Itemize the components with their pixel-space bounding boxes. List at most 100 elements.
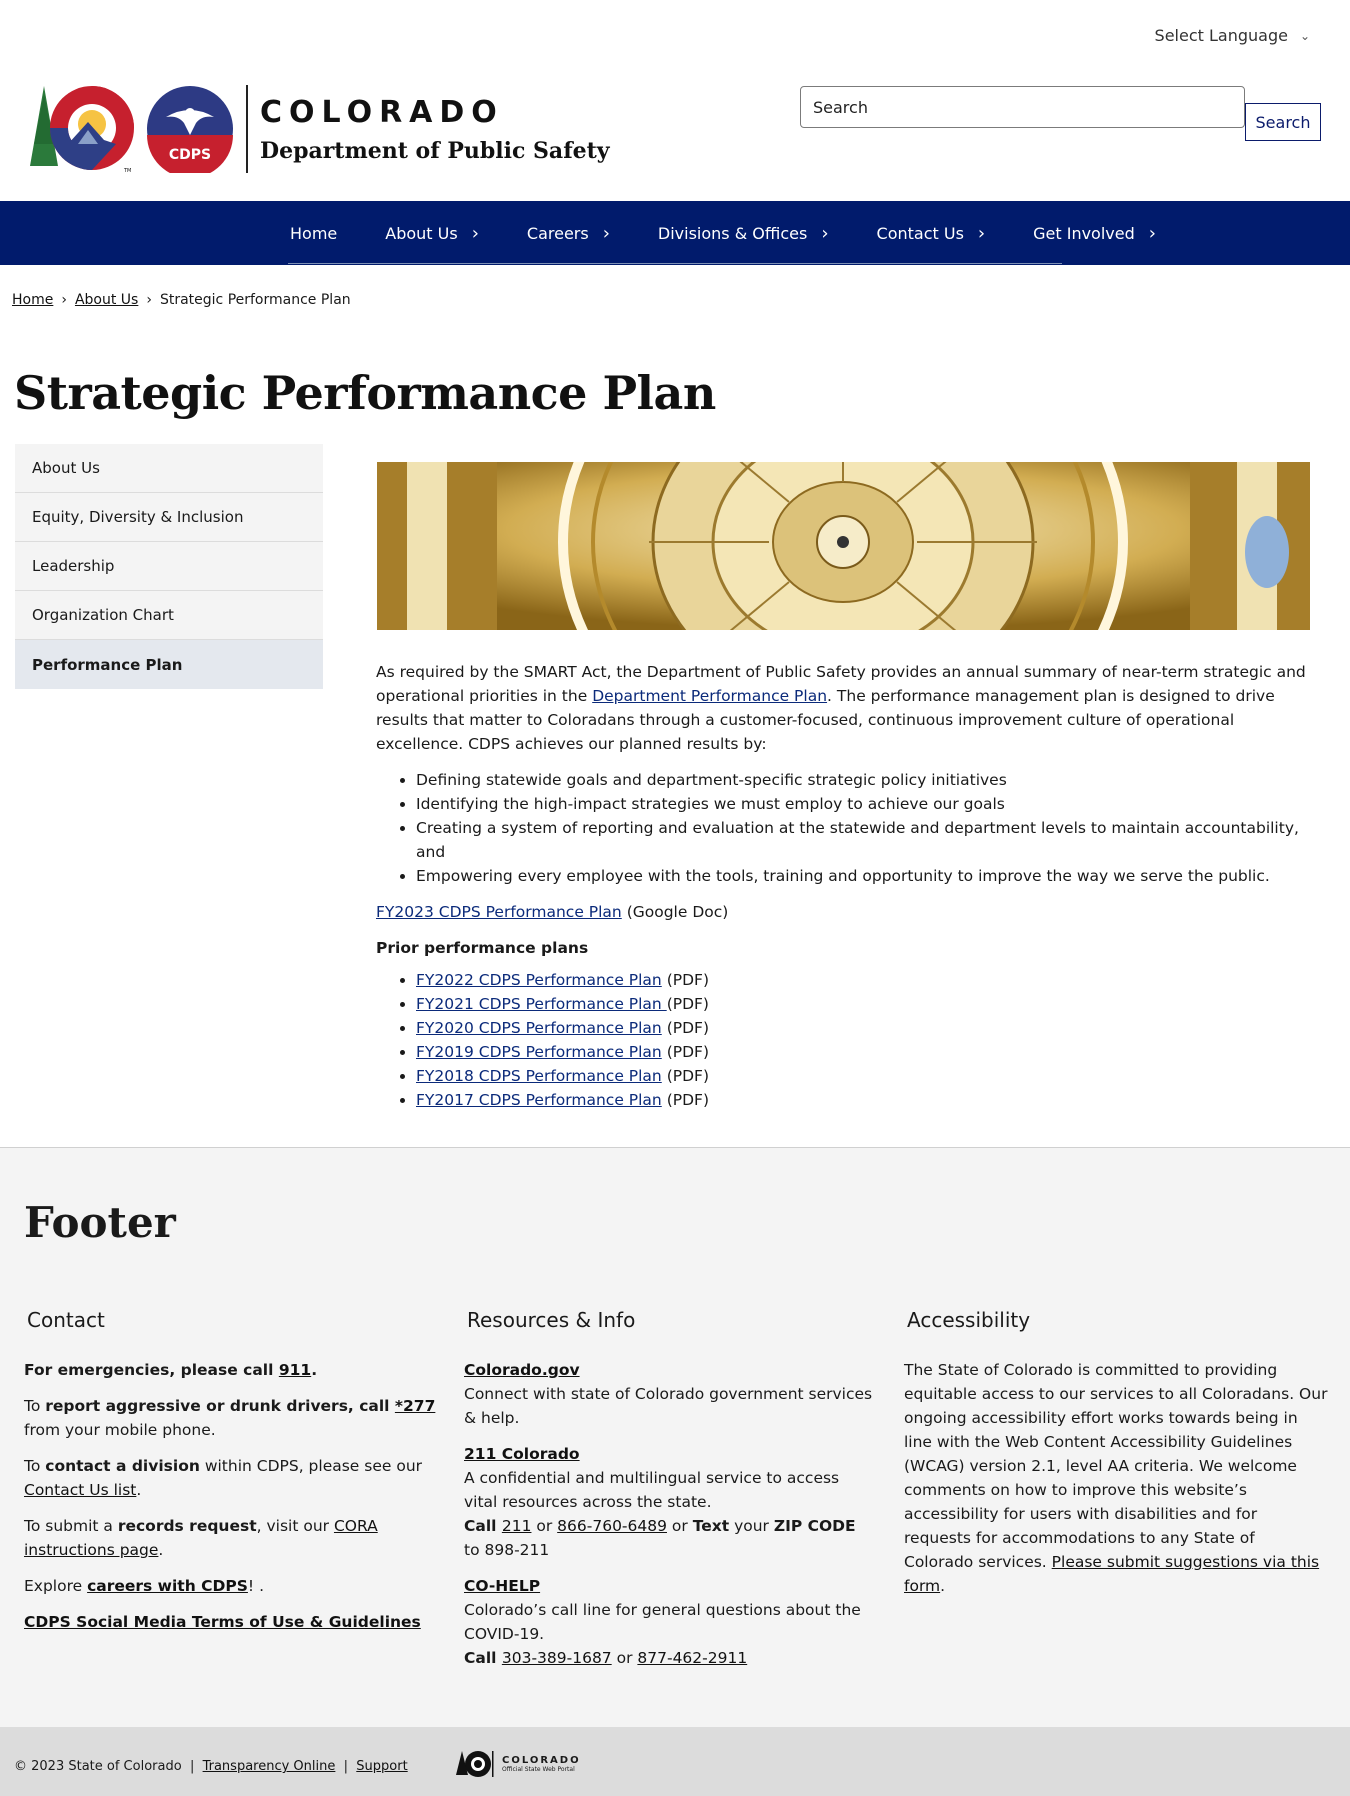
cdps-badge-icon: CDPS (147, 86, 233, 173)
text: to 898-211 (464, 1541, 550, 1559)
breadcrumb-separator: › (146, 292, 152, 308)
fy2022-plan-link[interactable]: FY2022 CDPS Performance Plan (416, 971, 662, 989)
nav-item-label: About Us (385, 223, 458, 243)
nav-item-about-us[interactable]: About Us › (385, 223, 479, 244)
nav-item-careers[interactable]: Careers › (527, 223, 610, 244)
call-211-link[interactable]: 211 (502, 1517, 532, 1535)
list-item: Empowering every employee with the tools… (416, 864, 1316, 888)
list-item: FY2019 CDPS Performance Plan (PDF) (416, 1040, 1316, 1064)
accessibility-text: The State of Colorado is committed to pr… (904, 1358, 1328, 1598)
careers-link[interactable]: careers with CDPS (87, 1577, 248, 1595)
text: , visit our (256, 1517, 334, 1535)
call-866-link[interactable]: 866-760-6489 (557, 1517, 667, 1535)
separator: | (189, 1759, 195, 1774)
footer-resources: Resources & Info Colorado.gov Connect wit… (464, 1308, 874, 1682)
fy2017-plan-link[interactable]: FY2017 CDPS Performance Plan (416, 1091, 662, 1109)
social-media-terms-link[interactable]: CDPS Social Media Terms of Use & Guideli… (24, 1613, 421, 1631)
site-logo[interactable]: TM CDPS COLORADO Department of Public Sa… (28, 84, 610, 174)
footer-accessibility-title: Accessibility (907, 1308, 1031, 1332)
call-277-link[interactable]: *277 (395, 1397, 435, 1415)
fy2019-plan-link[interactable]: FY2019 CDPS Performance Plan (416, 1043, 662, 1061)
prior-plans-list: FY2022 CDPS Performance Plan (PDF) FY202… (416, 968, 1316, 1112)
intro-paragraph: As required by the SMART Act, the Depart… (376, 660, 1316, 756)
nav-item-label: Home (290, 223, 338, 243)
call-label: Call (464, 1649, 502, 1667)
breadcrumb-about-link[interactable]: About Us (75, 292, 138, 308)
file-type-label: (PDF) (661, 971, 709, 989)
nav-item-label: Get Involved (1033, 223, 1135, 243)
chevron-right-icon: › (977, 222, 986, 244)
chevron-down-icon: ⌄ (1299, 28, 1310, 43)
nav-item-divisions-offices[interactable]: Divisions & Offices › (658, 223, 829, 244)
language-select-label: Select Language (1154, 26, 1288, 45)
call-911-link[interactable]: 911 (279, 1361, 311, 1379)
svg-text:TM: TM (123, 168, 131, 174)
division-label: contact a division (45, 1457, 200, 1475)
punctuation: . (311, 1361, 318, 1379)
nav-item-label: Divisions & Offices (657, 223, 808, 243)
drivers-label: report aggressive or drunk drivers, call (45, 1397, 395, 1415)
text-label: Text (692, 1517, 730, 1535)
transparency-online-link[interactable]: Transparency Online (203, 1759, 336, 1774)
sidenav-item-about-us[interactable]: About Us (15, 444, 323, 493)
nav-item-contact-us[interactable]: Contact Us › (877, 223, 986, 244)
sidenav-item-org-chart[interactable]: Organization Chart (15, 591, 323, 640)
social-text: CDPS Social Media Terms of Use & Guideli… (24, 1610, 444, 1634)
fy2023-plan-link[interactable]: FY2023 CDPS Performance Plan (376, 903, 622, 921)
list-item: Creating a system of reporting and evalu… (416, 816, 1316, 864)
main-navigation: Home About Us › Careers › Divisions & Of… (0, 201, 1350, 265)
file-type-label: (PDF) (661, 1043, 709, 1061)
sidenav-item-performance-plan[interactable]: Performance Plan (15, 640, 323, 689)
call-877-link[interactable]: 877-462-2911 (637, 1649, 747, 1667)
sidenav-item-equity[interactable]: Equity, Diversity & Inclusion (15, 493, 323, 542)
resource-211: 211 Colorado A confidential and multiling… (464, 1442, 874, 1562)
file-type-label: (Google Doc) (621, 903, 729, 921)
cdps-badge-text: CDPS (169, 147, 211, 163)
breadcrumb-home-link[interactable]: Home (12, 292, 53, 308)
text: To (24, 1457, 46, 1475)
search-input[interactable] (800, 86, 1245, 128)
211-colorado-link[interactable]: 211 Colorado (464, 1445, 580, 1463)
search-button[interactable]: Search (1245, 103, 1321, 141)
text: or (531, 1517, 558, 1535)
footer-resources-title: Resources & Info (467, 1308, 636, 1332)
call-303-link[interactable]: 303-389-1687 (502, 1649, 612, 1667)
emergency-label: For emergencies, please call (24, 1361, 279, 1379)
colorado-logo-icon: TM (30, 86, 134, 174)
separator: | (343, 1759, 349, 1774)
nav-item-get-involved[interactable]: Get Involved › (1033, 223, 1156, 244)
text: or (666, 1517, 693, 1535)
main-content: As required by the SMART Act, the Depart… (376, 660, 1316, 1124)
support-link[interactable]: Support (356, 1759, 407, 1774)
contact-us-list-link[interactable]: Contact Us list (24, 1481, 136, 1499)
fy2018-plan-link[interactable]: FY2018 CDPS Performance Plan (416, 1067, 662, 1085)
prior-plans-heading: Prior performance plans (376, 939, 589, 957)
colorado-gov-link[interactable]: Colorado.gov (464, 1361, 580, 1379)
text: The State of Colorado is committed to pr… (904, 1361, 1328, 1571)
list-item: FY2017 CDPS Performance Plan (PDF) (416, 1088, 1316, 1112)
fy2020-plan-link[interactable]: FY2020 CDPS Performance Plan (416, 1019, 662, 1037)
list-item: FY2022 CDPS Performance Plan (PDF) (416, 968, 1316, 992)
punctuation: ! . (247, 1577, 264, 1595)
resource-colorado-gov: Colorado.gov Connect with state of Colora… (464, 1358, 874, 1430)
portal-name: COLORADO (502, 1755, 581, 1766)
file-type-label: (PDF) (661, 1067, 709, 1085)
call-label: Call (464, 1517, 502, 1535)
fy2021-plan-link[interactable]: FY2021 CDPS Performance Plan (416, 995, 667, 1013)
goals-list: Defining statewide goals and department-… (416, 768, 1316, 888)
portal-subtitle: Official State Web Portal (502, 1766, 575, 1773)
sidenav-item-leadership[interactable]: Leadership (15, 542, 323, 591)
nav-item-home[interactable]: Home (290, 224, 337, 243)
list-item: FY2018 CDPS Performance Plan (PDF) (416, 1064, 1316, 1088)
records-label: records request (117, 1517, 257, 1535)
state-portal-logo[interactable]: COLORADO Official State Web Portal (454, 1749, 581, 1779)
chevron-right-icon: › (471, 222, 479, 244)
department-performance-plan-link[interactable]: Department Performance Plan (592, 687, 827, 705)
breadcrumb-current: Strategic Performance Plan (159, 292, 351, 308)
resource-desc: Colorado’s call line for general questio… (464, 1601, 861, 1643)
nav-item-label: Careers (526, 223, 589, 243)
text: your (729, 1517, 774, 1535)
copyright-line: © 2023 State of Colorado | Transparency … (14, 1759, 408, 1774)
language-select[interactable]: Select Language ⌄ (1155, 26, 1310, 45)
co-help-link[interactable]: CO-HELP (464, 1577, 540, 1595)
